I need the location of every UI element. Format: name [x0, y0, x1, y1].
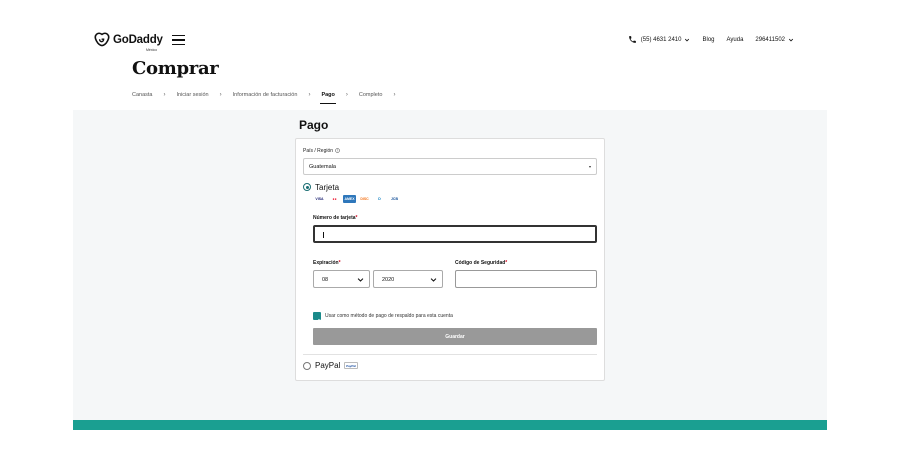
visa-icon: VISA: [313, 195, 326, 203]
site-header: GoDaddy México (55) 4631 2410 Blog Ayuda…: [0, 0, 900, 110]
exp-month-select[interactable]: 08: [313, 270, 370, 288]
expiration-label-text: Expiración: [313, 260, 339, 266]
save-button[interactable]: Guardar: [313, 328, 597, 345]
required-mark: *: [505, 260, 508, 266]
chevron-right-icon: ›: [393, 92, 396, 98]
phone-link[interactable]: (55) 4631 2410: [628, 35, 691, 44]
card-number-input[interactable]: [313, 225, 597, 243]
text-caret: [323, 232, 324, 238]
phone-icon: [628, 36, 636, 43]
security-code-label: Código de Seguridad*: [455, 260, 507, 266]
footer-band: [73, 420, 827, 430]
chevron-down-icon: [357, 278, 364, 282]
divider: [303, 354, 597, 355]
check-icon: [314, 318, 320, 324]
paypal-logo-icon: PayPal: [344, 362, 358, 369]
help-label: Ayuda: [726, 36, 744, 43]
godaddy-logo[interactable]: GoDaddy: [94, 32, 163, 48]
exp-year-select[interactable]: 2020: [373, 270, 443, 288]
menu-icon[interactable]: [172, 35, 185, 45]
account-menu[interactable]: 296411502: [755, 37, 794, 43]
card-brands: VISA ●● AMEX DISC D JCB: [313, 195, 401, 203]
crumb-iniciar-sesion[interactable]: Iniciar sesión: [177, 92, 209, 104]
blog-link[interactable]: Blog: [702, 37, 714, 43]
exp-month-value: 08: [322, 277, 329, 283]
required-mark: *: [338, 260, 341, 266]
diners-icon: D: [373, 195, 386, 203]
svg-text:?: ?: [337, 149, 339, 153]
backup-checkbox-label[interactable]: Usar como método de pago de respaldo par…: [325, 313, 453, 319]
crumb-facturacion[interactable]: Información de facturación: [233, 92, 298, 104]
phone-number: (55) 4631 2410: [640, 36, 682, 43]
account-number: 296411502: [755, 36, 785, 43]
jcb-icon: JCB: [388, 195, 401, 203]
country-select[interactable]: Guatemala: [303, 158, 597, 175]
help-icon[interactable]: ?: [335, 148, 341, 153]
country-label-text: País / Región: [303, 148, 334, 154]
chevron-right-icon: ›: [345, 92, 348, 98]
chevron-right-icon: ›: [308, 92, 311, 98]
mastercard-icon: ●●: [328, 195, 341, 203]
page-title: Comprar: [132, 58, 219, 79]
breadcrumb: Canasta › Iniciar sesión › Información d…: [132, 92, 406, 104]
caret-down-icon: [589, 166, 591, 168]
radio-card[interactable]: [303, 183, 311, 191]
radio-card-label[interactable]: Tarjeta: [315, 183, 339, 192]
top-links: (55) 4631 2410 Blog Ayuda 296411502: [616, 35, 794, 44]
logo-text: GoDaddy: [113, 34, 163, 46]
crumb-completo[interactable]: Completo: [359, 92, 383, 104]
country-value: Guatemala: [309, 164, 336, 170]
crumb-pago[interactable]: Pago: [320, 92, 337, 104]
chevron-down-icon: [788, 38, 794, 41]
radio-paypal-label[interactable]: PayPal: [315, 361, 340, 370]
logo-country: México: [146, 48, 158, 52]
chevron-down-icon: [430, 278, 437, 282]
godaddy-logo-icon: [94, 32, 110, 47]
expiration-label: Expiración*: [313, 260, 341, 266]
payment-title: Pago: [299, 118, 329, 132]
chevron-right-icon: ›: [163, 92, 166, 98]
required-mark: *: [355, 215, 358, 221]
chevron-right-icon: ›: [219, 92, 222, 98]
security-code-input[interactable]: [455, 270, 597, 288]
card-number-label-text: Número de tarjeta: [313, 215, 356, 221]
chevron-down-icon: [685, 38, 690, 41]
country-label: País / Región ?: [303, 148, 341, 154]
security-code-label-text: Código de Seguridad: [455, 260, 506, 266]
backup-checkbox[interactable]: [313, 312, 321, 324]
amex-icon: AMEX: [343, 195, 356, 203]
exp-year-value: 2020: [382, 277, 395, 283]
crumb-canasta[interactable]: Canasta: [132, 92, 153, 104]
card-number-label: Número de tarjeta*: [313, 215, 357, 221]
blog-label: Blog: [702, 36, 715, 43]
radio-paypal[interactable]: [303, 362, 311, 370]
help-link[interactable]: Ayuda: [727, 37, 744, 43]
discover-icon: DISC: [358, 195, 371, 203]
